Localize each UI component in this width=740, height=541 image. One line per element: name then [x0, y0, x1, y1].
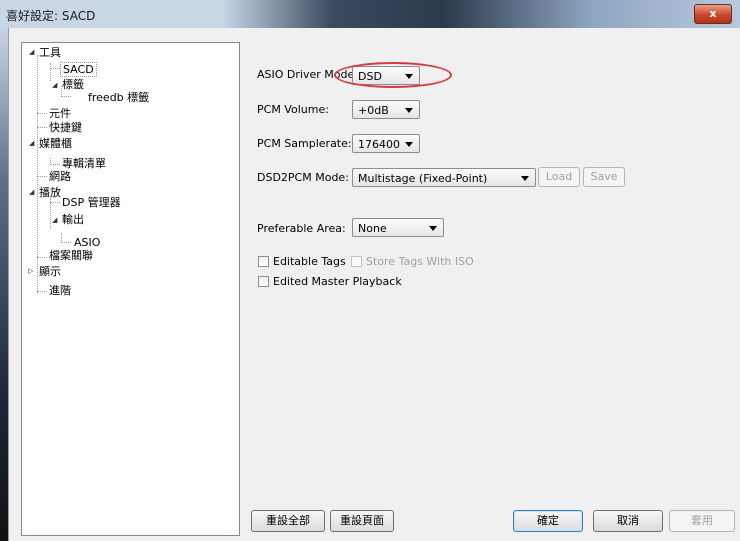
edited-master-checkbox[interactable] — [258, 276, 269, 287]
tree-item-components[interactable]: 元件 — [49, 107, 71, 120]
tree-connector — [50, 202, 60, 203]
pcm-samplerate-label: PCM Samplerate: — [257, 137, 352, 150]
pcm-samplerate-select[interactable]: 176400 — [352, 134, 420, 153]
preferable-area-select[interactable]: None — [352, 218, 444, 237]
chevron-down-icon — [429, 226, 437, 231]
tree-connector — [37, 176, 47, 177]
dsd2pcm-mode-label: DSD2PCM Mode: — [257, 171, 349, 184]
highlight-circle — [334, 62, 452, 88]
tree-connector — [61, 242, 71, 243]
tree-item-file-associations[interactable]: 檔案關聯 — [49, 249, 93, 262]
dsd2pcm-mode-select[interactable]: Multistage (Fixed-Point) — [352, 168, 536, 187]
tree-connector — [61, 96, 71, 97]
reset-page-button[interactable]: 重設頁面 — [330, 510, 394, 532]
tree-item-tags[interactable]: 標籤 — [62, 78, 84, 91]
expanded-arrow-icon[interactable]: ◢ — [29, 139, 34, 147]
chevron-down-icon — [405, 108, 413, 113]
tree-connector — [50, 63, 51, 81]
pcm-volume-select[interactable]: +0dB — [352, 100, 420, 119]
dsd2pcm-mode-value: Multistage (Fixed-Point) — [358, 172, 488, 185]
expanded-arrow-icon[interactable]: ◢ — [52, 81, 57, 89]
collapsed-arrow-icon[interactable]: ▷ — [28, 267, 33, 275]
background-strip — [0, 28, 8, 541]
title-bar[interactable]: 喜好設定: SACD x — [0, 0, 740, 28]
expanded-arrow-icon[interactable]: ◢ — [52, 216, 57, 224]
tree-item-asio[interactable]: ASIO — [74, 236, 100, 249]
preferences-tree[interactable]: ◢ 工具 SACD ◢ 標籤 freedb 標籤 元件 快捷鍵 ◢ 媒體櫃 專輯… — [21, 42, 240, 536]
apply-button[interactable]: 套用 — [669, 510, 735, 532]
tree-connector — [37, 257, 47, 258]
window-title: 喜好設定: SACD — [6, 9, 96, 23]
save-button[interactable]: Save — [583, 167, 625, 187]
editable-tags-label[interactable]: Editable Tags — [273, 255, 346, 268]
editable-tags-checkbox[interactable] — [258, 256, 269, 267]
close-button[interactable]: x — [694, 4, 732, 24]
ok-button[interactable]: 確定 — [513, 510, 583, 532]
expanded-arrow-icon[interactable]: ◢ — [29, 48, 34, 56]
tree-connector — [37, 291, 47, 292]
preferable-area-value: None — [358, 222, 387, 235]
pcm-volume-value: +0dB — [358, 104, 389, 117]
tree-item-shortcuts[interactable]: 快捷鍵 — [49, 121, 82, 134]
tree-item-album-list[interactable]: 專輯清單 — [62, 157, 106, 170]
preferable-area-label: Preferable Area: — [257, 222, 346, 235]
preferences-window: 喜好設定: SACD x ◢ 工具 SACD ◢ 標籤 freedb 標籤 元件… — [0, 0, 740, 541]
tree-item-tools[interactable]: 工具 — [39, 46, 61, 59]
store-tags-iso-checkbox[interactable] — [351, 256, 362, 267]
tree-item-display[interactable]: 顯示 — [39, 265, 61, 278]
tree-item-sacd[interactable]: SACD — [60, 62, 97, 77]
load-button[interactable]: Load — [538, 167, 580, 187]
chevron-down-icon — [521, 176, 529, 181]
chevron-down-icon — [405, 142, 413, 147]
edited-master-label[interactable]: Edited Master Playback — [273, 275, 402, 288]
tree-connector — [37, 113, 47, 114]
tree-item-playback[interactable]: 播放 — [39, 186, 61, 199]
tree-item-dsp-manager[interactable]: DSP 管理器 — [62, 196, 121, 209]
tree-connector — [37, 127, 47, 128]
tree-item-output[interactable]: 輸出 — [62, 213, 84, 226]
tree-connector — [50, 164, 60, 165]
reset-all-button[interactable]: 重設全部 — [251, 510, 325, 532]
tree-item-advanced[interactable]: 進階 — [49, 284, 71, 297]
tree-item-media-library[interactable]: 媒體櫃 — [39, 137, 72, 150]
pcm-volume-label: PCM Volume: — [257, 103, 329, 116]
tree-item-network[interactable]: 網路 — [49, 170, 71, 183]
tree-connector — [50, 68, 60, 69]
pcm-samplerate-value: 176400 — [358, 138, 400, 151]
tree-item-freedb-tags[interactable]: freedb 標籤 — [88, 91, 149, 104]
cancel-button[interactable]: 取消 — [593, 510, 663, 532]
store-tags-iso-label[interactable]: Store Tags With ISO — [366, 255, 474, 268]
expanded-arrow-icon[interactable]: ◢ — [29, 188, 34, 196]
